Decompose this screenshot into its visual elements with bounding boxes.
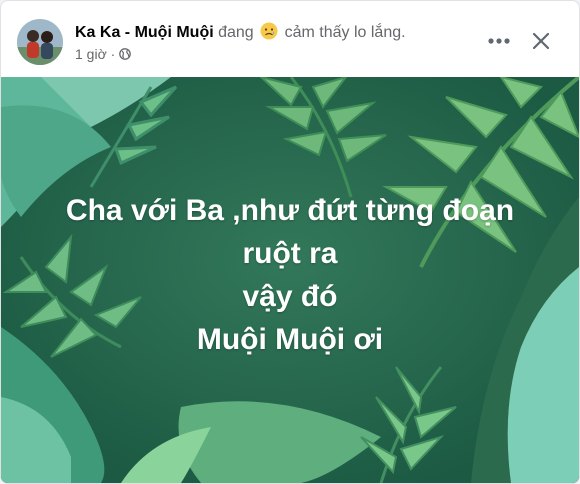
more-options-button[interactable] [483, 27, 515, 55]
author-avatar[interactable] [17, 19, 63, 65]
more-horizontal-icon [488, 38, 510, 44]
close-icon [532, 32, 550, 50]
close-button[interactable] [527, 27, 555, 55]
post-time[interactable]: 1 giờ [75, 46, 107, 62]
post-meta: 1 giờ · [75, 46, 132, 62]
author-name[interactable]: Ka Ka - Muội Muội [75, 24, 214, 41]
status-prefix: đang [218, 24, 254, 41]
post-text-line-3: vậy đó [242, 280, 338, 313]
post-status-text: Cha với Ba ,như đứt từng đoạn ruột ra vậ… [1, 189, 579, 361]
post-background: Cha với Ba ,như đứt từng đoạn ruột ra vậ… [1, 77, 579, 483]
author-status-line: Ka Ka - Muội Muội đang cảm thấy lo lắng. [75, 22, 406, 42]
post-text-line-2: ruột ra [242, 237, 338, 270]
post-text-line-1: Cha với Ba ,như đứt từng đoạn [65, 194, 515, 227]
post-text-line-4: Muội Muội ơi [196, 323, 384, 356]
post-header: Ka Ka - Muội Muội đang cảm thấy lo lắng.… [1, 1, 579, 77]
meta-separator: · [110, 46, 116, 62]
post-card: Ka Ka - Muội Muội đang cảm thấy lo lắng.… [0, 0, 580, 484]
globe-icon [119, 48, 132, 60]
worried-face-icon [260, 22, 278, 40]
feeling-text: cảm thấy lo lắng. [284, 24, 406, 41]
